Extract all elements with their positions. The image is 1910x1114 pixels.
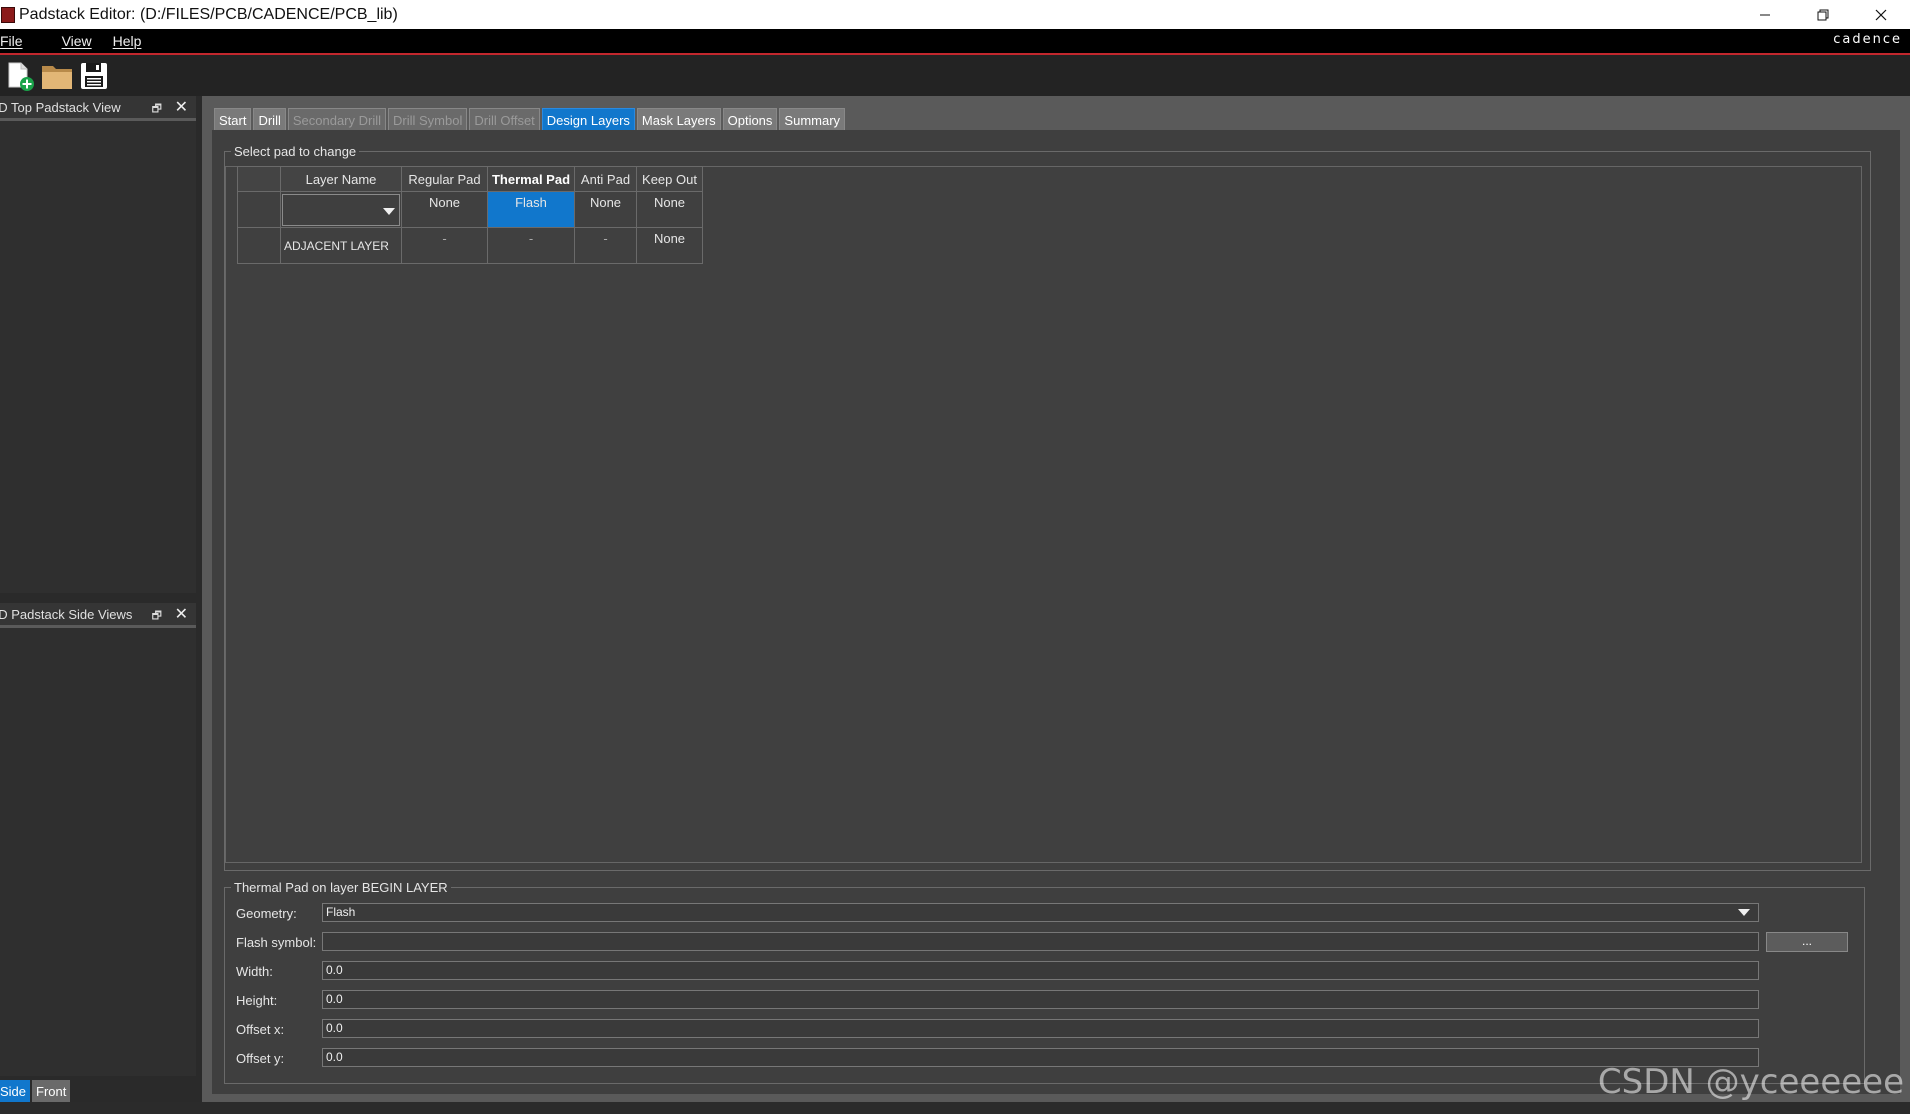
layer-name-dropdown[interactable] (282, 193, 400, 226)
side-view-pane-header: 2D Padstack Side Views 🗗 ✕ (0, 603, 196, 628)
col-header-layer-name[interactable]: Layer Name (280, 166, 402, 192)
row-header-corner (237, 166, 281, 192)
anti-pad-cell[interactable]: - (574, 227, 637, 264)
tab-mask-layers[interactable]: Mask Layers (636, 108, 721, 132)
chevron-down-icon (383, 207, 395, 215)
close-pane-icon[interactable]: ✕ (175, 97, 188, 117)
editor-tabs: Start Drill Secondary Drill Drill Symbol… (214, 108, 846, 132)
side-view-pane-title: 2D Padstack Side Views (0, 606, 133, 622)
offset-y-input[interactable]: 0.0 (322, 1048, 1759, 1067)
open-button[interactable] (40, 59, 74, 93)
offset-x-row: Offset x: (236, 1019, 322, 1039)
tab-front[interactable]: Front (32, 1080, 71, 1102)
select-pad-group-title: Select pad to change (234, 144, 357, 159)
layer-name-cell[interactable]: ADJACENT LAYER (280, 227, 402, 264)
geometry-select[interactable]: Flash (322, 903, 1759, 922)
tab-drill[interactable]: Drill (253, 108, 286, 132)
menu-help[interactable]: Help (113, 33, 142, 49)
minimize-icon (1760, 14, 1770, 15)
close-pane-icon[interactable]: ✕ (175, 604, 188, 624)
status-bar (0, 1102, 1910, 1114)
float-icon[interactable]: 🗗 (152, 607, 162, 626)
browse-flash-button[interactable]: ... (1766, 932, 1848, 952)
geometry-row: Geometry: (236, 903, 322, 923)
new-button[interactable] (3, 59, 37, 93)
float-icon[interactable]: 🗗 (152, 100, 162, 119)
geometry-value: Flash (326, 905, 356, 919)
height-label: Height: (236, 992, 278, 1008)
row-header[interactable] (237, 227, 281, 264)
width-label: Width: (236, 963, 273, 979)
regular-pad-cell[interactable]: None (401, 191, 488, 228)
offset-x-label: Offset x: (236, 1021, 285, 1037)
left-dock: 2D Top Padstack View 🗗 ✕ 2D Padstack Sid… (0, 96, 202, 1114)
table-header-row: Layer Name Regular Pad Thermal Pad Anti … (237, 166, 703, 192)
tab-options[interactable]: Options (722, 108, 778, 132)
col-header-thermal-pad[interactable]: Thermal Pad (487, 166, 575, 192)
col-header-regular-pad[interactable]: Regular Pad (401, 166, 488, 192)
tab-summary[interactable]: Summary (779, 108, 846, 132)
geometry-label: Geometry: (236, 905, 297, 921)
pad-grid-frame (225, 166, 1862, 863)
watermark: CSDN @yceeeeee (1597, 1062, 1904, 1102)
width-row: Width: (236, 961, 322, 981)
save-icon (81, 62, 107, 89)
top-view-pane-header: 2D Top Padstack View 🗗 ✕ (0, 96, 196, 121)
toolbar (0, 55, 1910, 96)
flash-symbol-label: Flash symbol: (236, 934, 317, 950)
app-icon (1, 6, 15, 23)
restore-button[interactable] (1794, 0, 1852, 29)
keep-out-cell[interactable]: None (636, 191, 703, 228)
table-row: None Flash None None (237, 191, 703, 228)
tab-design-layers[interactable]: Design Layers (541, 108, 635, 132)
tab-start[interactable]: Start (214, 108, 252, 132)
restore-icon (1817, 9, 1829, 20)
col-header-keep-out[interactable]: Keep Out (636, 166, 703, 192)
tab-drill-offset[interactable]: Drill Offset (469, 108, 540, 132)
thermal-pad-cell[interactable]: Flash (487, 191, 575, 228)
offset-x-input[interactable]: 0.0 (322, 1019, 1759, 1038)
top-view-pane-title: 2D Top Padstack View (0, 99, 121, 115)
regular-pad-cell[interactable]: - (401, 227, 488, 264)
thermal-pad-cell[interactable]: - (487, 227, 575, 264)
side-view-tabs: Side Front (0, 1080, 71, 1102)
flash-symbol-input[interactable] (322, 932, 1759, 951)
menu-view[interactable]: View (62, 33, 92, 49)
top-view-canvas[interactable] (0, 121, 196, 593)
height-row: Height: (236, 990, 322, 1010)
menu-file[interactable]: File (0, 33, 23, 49)
pad-table: Layer Name Regular Pad Thermal Pad Anti … (237, 166, 703, 264)
keep-out-cell[interactable]: None (636, 227, 703, 264)
chevron-down-icon (1738, 909, 1750, 916)
tab-drill-symbol[interactable]: Drill Symbol (388, 108, 468, 132)
save-button[interactable] (77, 59, 111, 93)
table-row: ADJACENT LAYER - - - None (237, 227, 703, 264)
cadence-logo: cadence (1833, 32, 1902, 47)
row-header[interactable] (237, 191, 281, 228)
offset-y-row: Offset y: (236, 1048, 322, 1068)
close-button[interactable] (1852, 0, 1910, 29)
close-icon (1875, 9, 1887, 20)
col-header-anti-pad[interactable]: Anti Pad (574, 166, 637, 192)
offset-y-label: Offset y: (236, 1050, 285, 1066)
flash-symbol-row: Flash symbol: (236, 932, 322, 952)
side-view-canvas[interactable] (0, 628, 196, 1076)
new-file-icon (8, 62, 34, 91)
anti-pad-cell[interactable]: None (574, 191, 637, 228)
window-controls (1736, 0, 1910, 29)
height-input[interactable]: 0.0 (322, 990, 1759, 1009)
layer-name-cell[interactable] (280, 191, 402, 228)
width-input[interactable]: 0.0 (322, 961, 1759, 980)
menu-bar: File View Help cadence (0, 29, 1910, 55)
window-title: Padstack Editor: (D:/FILES/PCB/CADENCE/P… (19, 5, 398, 23)
tab-secondary-drill[interactable]: Secondary Drill (287, 108, 387, 132)
tab-side[interactable]: Side (0, 1080, 31, 1102)
minimize-button[interactable] (1736, 0, 1794, 29)
open-folder-icon (42, 65, 72, 89)
title-bar: Padstack Editor: (D:/FILES/PCB/CADENCE/P… (0, 0, 1910, 29)
pad-detail-group-title: Thermal Pad on layer BEGIN LAYER (234, 880, 448, 895)
